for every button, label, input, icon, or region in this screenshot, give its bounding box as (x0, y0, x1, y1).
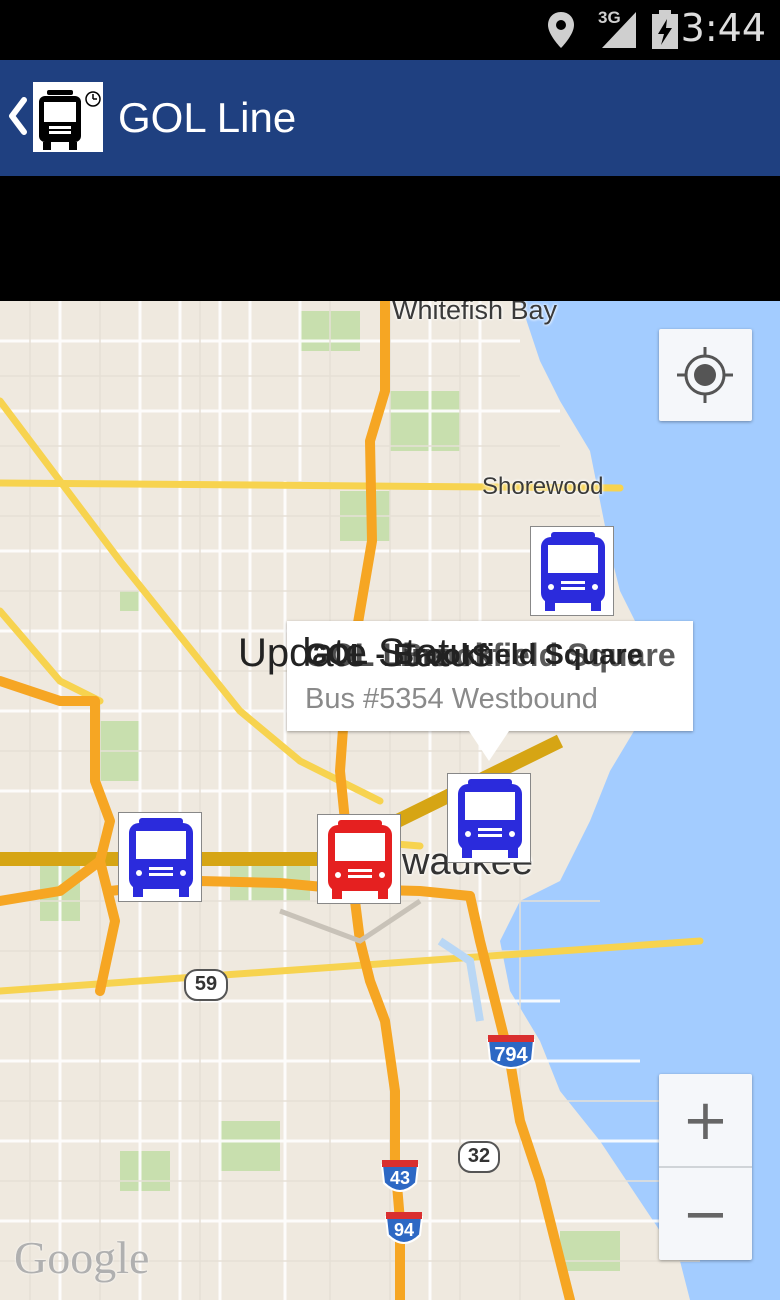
my-location-button[interactable] (659, 329, 752, 421)
bus-icon (129, 818, 193, 897)
highway-shield-32: 32 (458, 1141, 500, 1173)
info-window-pointer (469, 731, 509, 761)
bus-clock-icon (39, 90, 101, 150)
bus-icon (328, 820, 392, 899)
bus-marker-selected[interactable] (447, 773, 531, 863)
status-time: 3:44 (680, 6, 766, 50)
zoom-out-button[interactable]: − (659, 1168, 752, 1260)
highway-shield-59: 59 (184, 969, 228, 1001)
status-bar: 3G 3:44 (0, 0, 780, 60)
zoom-in-button[interactable]: + (659, 1074, 752, 1166)
highway-shield-94: 94 (384, 1211, 424, 1249)
map-view[interactable]: Whitefish Bay Shorewood 59 794 32 43 94 … (0, 301, 780, 1300)
chevron-left-icon[interactable] (6, 96, 28, 136)
info-window-subtitle: Bus #5354 Westbound (305, 683, 598, 715)
battery-icon (652, 10, 678, 49)
location-icon (548, 12, 574, 48)
place-label-whitefish-bay: Whitefish Bay (392, 301, 558, 325)
highway-shield-794: 794 (486, 1034, 536, 1074)
place-label-shorewood: Shorewood (482, 473, 604, 500)
bus-marker-red[interactable] (317, 814, 401, 904)
stop-name-overlay: Brookfield Square (400, 637, 676, 673)
my-location-icon (677, 347, 733, 403)
bus-marker-west[interactable] (118, 812, 202, 902)
page-title: GOL Line (118, 94, 297, 141)
app-icon[interactable] (33, 82, 103, 152)
zoom-controls: + − (659, 1074, 752, 1260)
highway-shield-43: 43 (380, 1159, 420, 1197)
bus-icon (458, 779, 522, 858)
bus-icon (541, 532, 605, 611)
action-bar: GOL Line (0, 60, 780, 176)
bus-marker-shorewood[interactable] (530, 526, 614, 616)
google-logo: Google (14, 1232, 150, 1283)
signal-icon (602, 12, 636, 48)
ad-area (0, 176, 780, 301)
